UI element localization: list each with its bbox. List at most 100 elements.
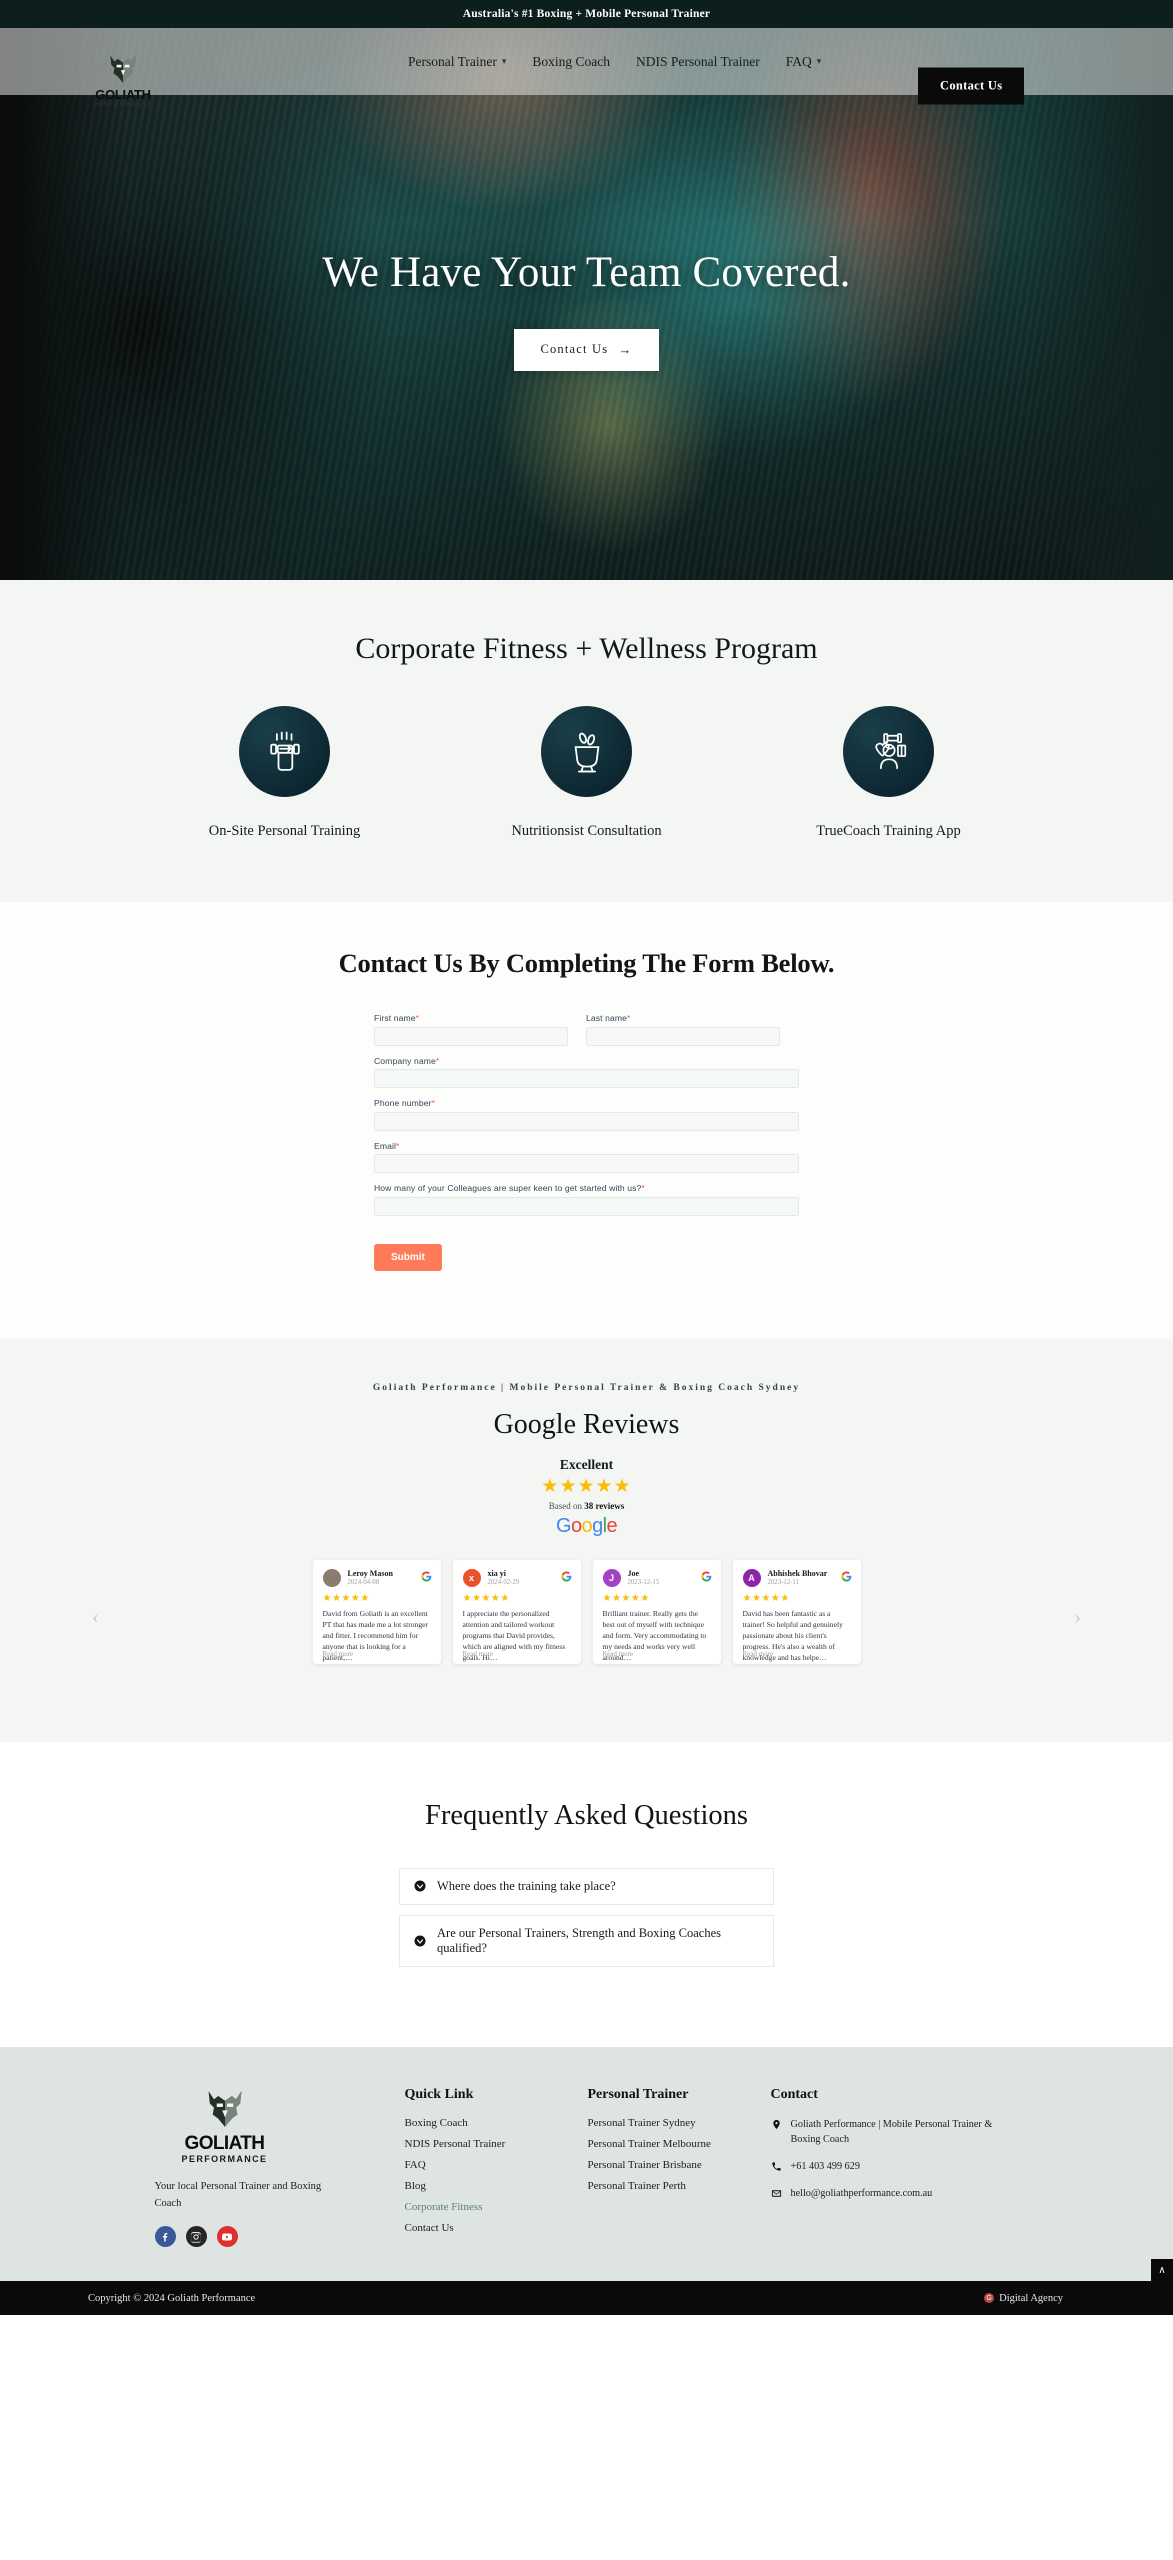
hero-contact-us-button[interactable]: Contact Us → — [514, 328, 659, 371]
hero-cta-label: Contact Us — [540, 342, 609, 356]
goliath-wolf-logo-icon — [110, 55, 136, 83]
form-field-first-name: First name* — [374, 1013, 568, 1046]
review-date: 2024-04-08 — [347, 1579, 380, 1587]
review-card[interactable]: Leroy Mason 2024-04-08 ★★★★★ David from … — [312, 1559, 441, 1664]
footer-phone-text: +61 403 499 629 — [790, 2161, 860, 2173]
instagram-link[interactable] — [185, 2226, 207, 2248]
hero-content: We Have Your Team Covered. Contact Us → — [0, 28, 1173, 580]
nav-item-label: Boxing Coach — [532, 53, 611, 69]
contact-form-title: Contact Us By Completing The Form Below. — [338, 948, 835, 978]
google-logo-letter: g — [592, 1514, 603, 1537]
colleagues-label: How many of your Colleagues are super ke… — [374, 1183, 799, 1193]
footer-link-blog[interactable]: Blog — [405, 2180, 588, 2192]
review-header: Leroy Mason 2024-04-08 — [322, 1569, 431, 1588]
required-asterisk: * — [431, 1098, 436, 1108]
hero-section: GOLIATH PERFORMANCE Personal Trainer ▾ B… — [0, 28, 1173, 580]
footer-link-faq[interactable]: FAQ — [405, 2159, 588, 2171]
footer-link-pt-brisbane[interactable]: Personal Trainer Brisbane — [588, 2159, 771, 2171]
logo-wordmark: GOLIATH — [95, 87, 151, 102]
email-label-text: Email — [374, 1140, 396, 1151]
program-card: Nutritionsist Consultation — [497, 706, 677, 840]
footer-phone-row[interactable]: +61 403 499 629 — [771, 2159, 1021, 2175]
facebook-icon — [162, 2232, 168, 2242]
google-g-icon — [560, 1570, 571, 1582]
facebook-link[interactable] — [154, 2226, 176, 2248]
form-field-last-name: Last name* — [586, 1013, 780, 1046]
program-card-label: Nutritionsist Consultation — [511, 823, 662, 839]
review-read-more[interactable]: Read more — [463, 1650, 494, 1658]
site-footer: GOLIATH PERFORMANCE Your local Personal … — [0, 2046, 1173, 2282]
footer-logo-subtitle: PERFORMANCE — [181, 2153, 268, 2164]
submit-button[interactable]: Submit — [374, 1243, 442, 1271]
faq-item[interactable]: Are our Personal Trainers, Strength and … — [399, 1914, 774, 1967]
footer-link-pt-melbourne[interactable]: Personal Trainer Melbourne — [588, 2138, 771, 2150]
digital-agency-logo-icon: G — [984, 2293, 995, 2304]
youtube-link[interactable] — [216, 2226, 238, 2248]
reviews-count-value: 38 reviews — [584, 1500, 625, 1511]
review-read-more[interactable]: Read more — [323, 1650, 354, 1658]
phone-number-input[interactable] — [374, 1111, 799, 1131]
site-logo[interactable]: GOLIATH PERFORMANCE — [88, 52, 158, 108]
coach-app-icon — [874, 732, 906, 769]
scroll-to-top-button[interactable]: ∧ — [1151, 2259, 1173, 2282]
review-card[interactable]: A Abhishek Bhovar 2023-12-11 ★★★★★ David… — [732, 1559, 861, 1664]
email-input[interactable] — [374, 1154, 799, 1173]
review-read-more[interactable]: Read more — [603, 1650, 634, 1658]
required-asterisk: * — [396, 1140, 400, 1151]
first-name-label-text: First name — [374, 1013, 416, 1023]
review-card[interactable]: J Joe 2023-12-15 ★★★★★ Brilliant trainer… — [592, 1559, 721, 1664]
contact-form: First name* Last name* Company name* Pho… — [374, 1013, 799, 1271]
review-header: A Abhishek Bhovar 2023-12-11 — [742, 1569, 851, 1588]
review-card[interactable]: x xia yi 2024-02-29 ★★★★★ I appreciate t… — [452, 1559, 581, 1664]
nutrition-bowl-icon — [574, 732, 599, 772]
review-read-more[interactable]: Read more — [743, 1650, 774, 1658]
youtube-icon — [221, 2233, 233, 2241]
google-reviews-section: Goliath Performance | Mobile Personal Tr… — [0, 1338, 1173, 1742]
google-g-icon — [420, 1570, 431, 1582]
footer-link-boxing-coach[interactable]: Boxing Coach — [405, 2117, 588, 2129]
footer-link-contact-us[interactable]: Contact Us — [405, 2222, 588, 2234]
required-asterisk: * — [641, 1183, 645, 1193]
colleagues-input[interactable] — [374, 1196, 799, 1216]
footer-link-corporate-fitness[interactable]: Corporate Fitness — [405, 2201, 588, 2213]
review-author-name: xia yi — [487, 1568, 506, 1578]
nav-contact-us-button[interactable]: Contact Us — [918, 67, 1025, 105]
review-date: 2023-12-15 — [627, 1579, 660, 1587]
footer-email-row[interactable]: hello@goliathperformance.com.au — [771, 2186, 1021, 2202]
form-field-email: Email* — [374, 1140, 799, 1173]
digital-agency-credit[interactable]: G Digital Agency — [984, 2293, 1063, 2304]
faq-title: Frequently Asked Questions — [425, 1799, 748, 1831]
reviews-star-rating: ★★★★★ — [541, 1475, 632, 1497]
colleagues-label-text: How many of your Colleagues are super ke… — [374, 1183, 642, 1193]
nav-item-boxing-coach[interactable]: Boxing Coach — [519, 54, 623, 70]
copyright-bar: ∧ Copyright © 2024 Goliath Performance G… — [0, 2259, 1173, 2316]
avatar: A — [742, 1569, 761, 1588]
carousel-prev-arrow[interactable]: ‹ — [92, 1606, 99, 1629]
required-asterisk: * — [435, 1055, 440, 1066]
chevron-down-icon: ▾ — [501, 56, 507, 66]
nav-item-personal-trainer[interactable]: Personal Trainer ▾ — [395, 54, 519, 70]
carousel-next-arrow[interactable]: › — [1074, 1606, 1081, 1629]
footer-link-pt-sydney[interactable]: Personal Trainer Sydney — [588, 2117, 771, 2129]
location-pin-icon — [772, 2119, 780, 2129]
nav-item-faq[interactable]: FAQ ▾ — [773, 54, 835, 70]
footer-link-pt-perth[interactable]: Personal Trainer Perth — [588, 2180, 771, 2192]
program-card-icon-circle — [239, 706, 330, 797]
last-name-label-text: Last name — [586, 1013, 628, 1023]
footer-contact-heading: Contact — [770, 2086, 818, 2102]
reviews-rating-word: Excellent — [559, 1456, 614, 1472]
program-cards: On-Site Personal Training Nutritionsist … — [0, 706, 1173, 840]
last-name-input[interactable] — [586, 1026, 780, 1046]
chevron-down-icon: ▾ — [816, 56, 822, 66]
nav-item-ndis-personal-trainer[interactable]: NDIS Personal Trainer — [623, 54, 773, 70]
chevron-down-circle-icon — [414, 1935, 426, 1946]
faq-item[interactable]: Where does the training take place? — [399, 1867, 774, 1905]
footer-quick-link-heading: Quick Link — [404, 2086, 474, 2102]
company-name-label: Company name* — [374, 1056, 799, 1066]
faq-section: Frequently Asked Questions Where does th… — [0, 1741, 1173, 2047]
company-name-input[interactable] — [374, 1069, 799, 1088]
footer-link-ndis-personal-trainer[interactable]: NDIS Personal Trainer — [405, 2138, 588, 2150]
review-header: J Joe 2023-12-15 — [602, 1569, 711, 1588]
google-logo-letter: o — [571, 1514, 582, 1537]
first-name-input[interactable] — [374, 1026, 568, 1046]
